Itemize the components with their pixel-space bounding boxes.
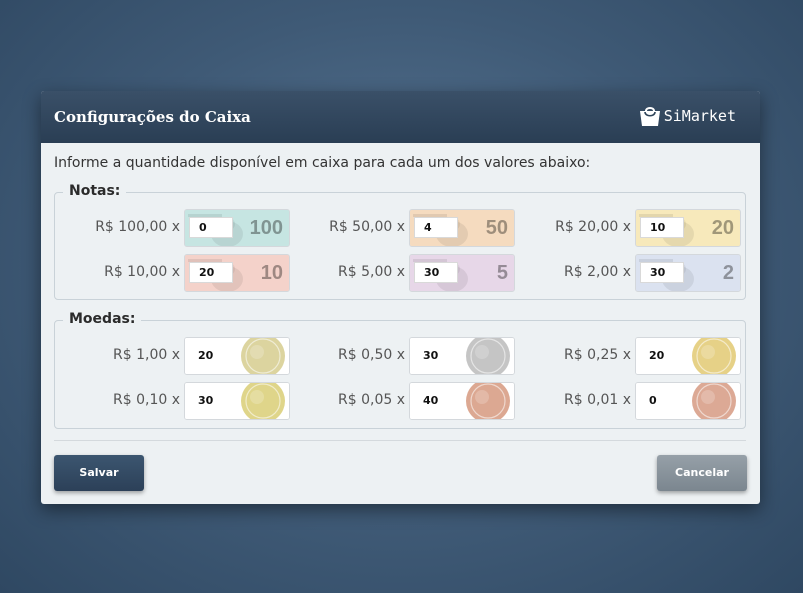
footer-divider bbox=[54, 440, 746, 441]
brand-name: SiMarket bbox=[663, 107, 736, 125]
note-denomination-label: R$ 2,00 x bbox=[564, 264, 631, 280]
banknote-quantity-box: 2 bbox=[635, 254, 741, 292]
cash-config-dialog: Configurações do Caixa SiMarket Informe … bbox=[41, 91, 760, 504]
brand-logo: SiMarket bbox=[638, 105, 736, 127]
coin-quantity-input[interactable] bbox=[640, 390, 690, 411]
banknote-quantity-box: 20 bbox=[635, 209, 741, 247]
cancel-button[interactable]: Cancelar bbox=[657, 455, 747, 491]
svg-text:2: 2 bbox=[723, 262, 734, 284]
coin-item: R$ 0,25 x bbox=[55, 337, 741, 375]
coin-denomination-label: R$ 0,25 x bbox=[564, 347, 631, 363]
notes-group: Notas: R$ 100,00 x100R$ 50,00 x50R$ 20,0… bbox=[54, 183, 746, 300]
svg-text:20: 20 bbox=[712, 217, 734, 239]
coin-quantity-input[interactable] bbox=[640, 345, 690, 366]
shopping-bag-icon bbox=[638, 105, 662, 127]
notes-legend: Notas: bbox=[63, 183, 127, 199]
coin-quantity-box bbox=[635, 382, 741, 420]
coins-group: Moedas: R$ 1,00 xR$ 0,50 xR$ 0,25 xR$ 0,… bbox=[54, 311, 746, 429]
note-denomination-label: R$ 20,00 x bbox=[555, 219, 631, 235]
note-quantity-input[interactable] bbox=[640, 262, 684, 283]
coins-legend: Moedas: bbox=[63, 311, 142, 327]
note-item: R$ 2,00 x 2 bbox=[55, 254, 741, 292]
note-item: R$ 20,00 x 20 bbox=[55, 209, 741, 247]
dialog-title: Configurações do Caixa bbox=[54, 108, 251, 126]
coin-quantity-box bbox=[635, 337, 741, 375]
note-quantity-input[interactable] bbox=[640, 217, 684, 238]
instruction-text: Informe a quantidade disponível em caixa… bbox=[54, 155, 591, 171]
coin-denomination-label: R$ 0,01 x bbox=[564, 392, 631, 408]
coin-item: R$ 0,01 x bbox=[55, 382, 741, 420]
dialog-header: Configurações do Caixa SiMarket bbox=[41, 91, 760, 143]
save-button[interactable]: Salvar bbox=[54, 455, 144, 491]
